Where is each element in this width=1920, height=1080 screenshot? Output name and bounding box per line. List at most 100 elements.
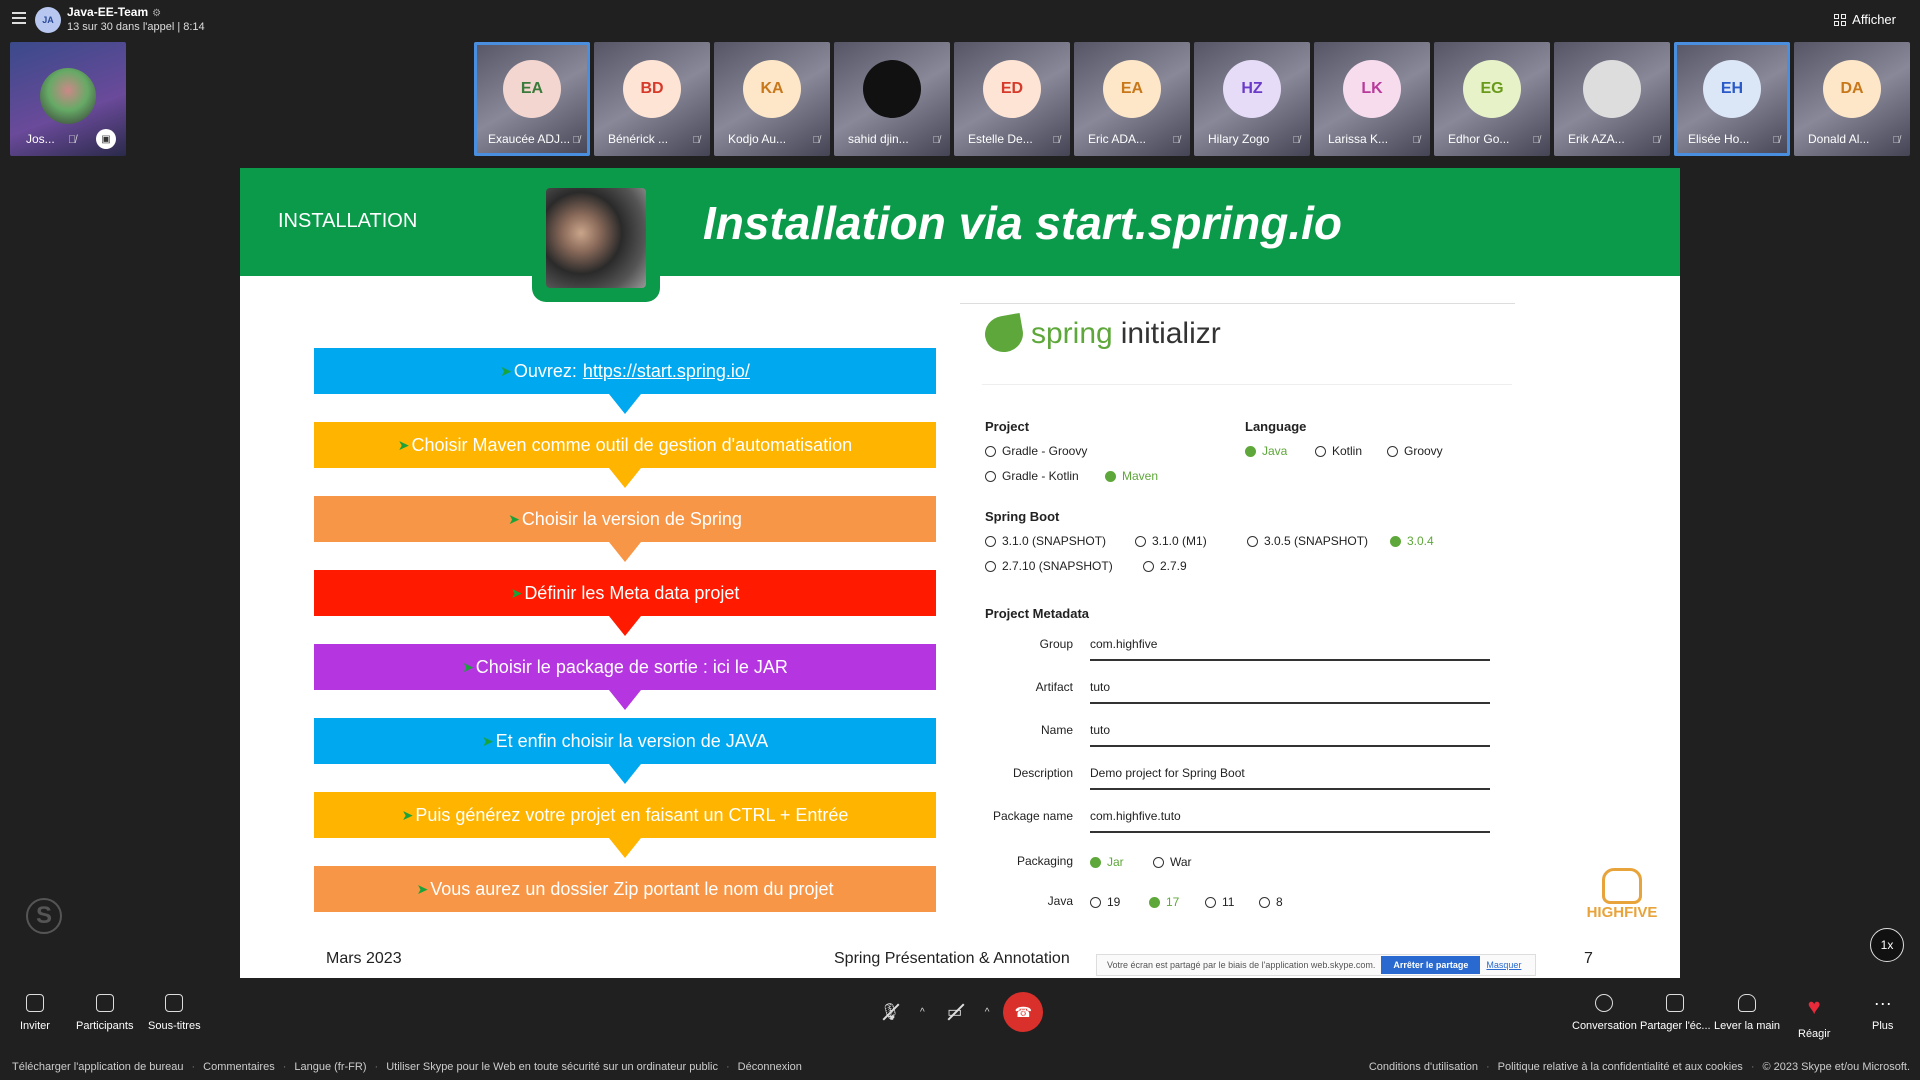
participant-name: Hilary Zogo (1208, 132, 1270, 146)
menu-icon[interactable] (12, 12, 26, 24)
settings-icon[interactable]: ⚙ (152, 8, 161, 19)
step-banner: ➤ Choisir le package de sortie : ici le J… (314, 644, 936, 710)
participant-tile[interactable]: EA Exaucée ADJ... 🎙̸ (474, 42, 590, 156)
metadata-field-input[interactable]: com.highfive.tuto (1090, 809, 1490, 833)
metadata-field-input[interactable]: com.highfive (1090, 637, 1490, 661)
metadata-field-input[interactable]: tuto (1090, 680, 1490, 704)
footer-link[interactable]: Politique relative à la confidentialité … (1498, 1061, 1743, 1073)
radio-option[interactable]: Gradle - Kotlin (985, 469, 1079, 483)
hide-share-bar-link[interactable]: Masquer (1486, 960, 1521, 970)
invite-button[interactable]: Inviter (20, 994, 50, 1032)
participant-tile[interactable]: EA Eric ADA... 🎙̸ (1074, 42, 1190, 156)
share-screen-button[interactable]: Partager l'éc... (1640, 994, 1711, 1032)
metadata-field-input[interactable]: tuto (1090, 723, 1490, 747)
radio-icon (985, 560, 996, 572)
step-text: Ouvrez: (513, 360, 577, 381)
participant-tile[interactable]: BD Bénérick ... 🎙̸ (594, 42, 710, 156)
hang-up-button[interactable]: ☎ (1003, 992, 1044, 1032)
conversation-avatar[interactable]: JA (35, 7, 61, 33)
participant-tile[interactable]: HZ Hilary Zogo 🎙̸ (1194, 42, 1310, 156)
hand-icon (1602, 868, 1642, 904)
mic-muted-icon: 🎙̸ (692, 135, 701, 146)
mic-options-chevron-icon[interactable]: ^ (920, 1007, 925, 1018)
participant-tile[interactable]: LK Larissa K... 🎙̸ (1314, 42, 1430, 156)
radio-icon (1390, 535, 1401, 547)
radio-option[interactable]: 8 (1259, 895, 1283, 909)
mic-muted-icon: 🎙̸ (932, 135, 941, 146)
step-banner: ➤ Choisir la version de Spring (314, 496, 936, 562)
self-name: Jos... (26, 132, 55, 146)
stop-sharing-button[interactable]: Arrêter le partage (1381, 956, 1481, 974)
spring-initializr-logo: spring initializr (982, 312, 1221, 356)
start-spring-link[interactable]: https://start.spring.io/ (583, 361, 750, 382)
footer-link[interactable]: Télécharger l'application de bureau (12, 1061, 184, 1073)
participant-tile[interactable]: KA Kodjo Au... 🎙̸ (714, 42, 830, 156)
radio-option[interactable]: Java (1245, 444, 1287, 458)
step-text: Vous aurez un dossier Zip portant le nom… (430, 878, 834, 899)
self-video-tile[interactable]: Jos... 🎙̸ ▣ (10, 42, 126, 156)
step-text: Puis générez votre projet en faisant un … (415, 804, 849, 825)
participant-name: Eric ADA... (1088, 132, 1147, 146)
camera-options-chevron-icon[interactable]: ^ (985, 1007, 990, 1018)
participant-tile[interactable]: ED Estelle De... 🎙̸ (954, 42, 1070, 156)
radio-option[interactable]: 3.1.0 (M1) (1135, 534, 1207, 548)
arrow-bullet-icon: ➤ (401, 806, 414, 823)
camera-toggle-icon[interactable]: ▣ (96, 129, 116, 149)
mute-button[interactable]: 🎙 (874, 996, 906, 1028)
participant-tile[interactable]: DA Donald Al... 🎙̸ (1794, 42, 1910, 156)
participant-tile[interactable]: sahid djin... 🎙̸ (834, 42, 950, 156)
radio-option[interactable]: 3.0.4 (1390, 534, 1434, 548)
radio-icon (1245, 445, 1256, 457)
participants-button[interactable]: Participants (76, 994, 133, 1032)
camera-button[interactable]: ▭ (939, 996, 971, 1028)
down-arrow-icon (609, 394, 641, 414)
radio-option[interactable]: Gradle - Groovy (985, 444, 1087, 458)
mic-muted-icon: 🎙̸ (1172, 135, 1181, 146)
participant-tile[interactable]: Erik AZA... 🎙̸ (1554, 42, 1670, 156)
radio-label: 11 (1222, 895, 1235, 909)
radio-option[interactable]: 3.1.0 (SNAPSHOT) (985, 534, 1106, 548)
radio-option[interactable]: 3.0.5 (SNAPSHOT) (1247, 534, 1368, 548)
radio-option[interactable]: Groovy (1387, 444, 1443, 458)
radio-option[interactable]: Jar (1090, 855, 1124, 869)
subtitles-button[interactable]: Sous-titres (148, 994, 201, 1032)
logo-spring-text: spring (1031, 317, 1113, 350)
metadata-field-input[interactable]: Demo project for Spring Boot (1090, 766, 1490, 790)
participant-name: Larissa K... (1328, 132, 1389, 146)
mic-muted-icon: 🎙̸ (1412, 135, 1421, 146)
raise-hand-button[interactable]: Lever la main (1714, 994, 1780, 1032)
footer-link[interactable]: Déconnexion (738, 1061, 802, 1073)
radio-option[interactable]: Maven (1105, 469, 1158, 483)
view-button[interactable]: Afficher (1834, 12, 1896, 27)
radio-option[interactable]: 19 (1090, 895, 1120, 909)
call-header: JA Java-EE-Team ⚙ 13 sur 30 dans l'appel … (0, 0, 1920, 40)
footer-link[interactable]: Conditions d'utilisation (1369, 1061, 1478, 1073)
radio-option[interactable]: 11 (1205, 895, 1234, 909)
playback-speed-button[interactable]: 1x (1870, 928, 1904, 962)
slide-title: Installation via start.spring.io (703, 197, 1343, 249)
down-arrow-icon (609, 838, 641, 858)
radio-option[interactable]: War (1153, 855, 1192, 869)
more-button[interactable]: ··· Plus (1872, 994, 1893, 1032)
radio-option[interactable]: 2.7.10 (SNAPSHOT) (985, 559, 1113, 573)
react-label: Réagir (1798, 1028, 1831, 1040)
heart-icon: ♥ (1807, 994, 1821, 1019)
mic-muted-icon: 🎙̸ (1052, 135, 1061, 146)
footer-link[interactable]: Commentaires (203, 1061, 275, 1073)
steps-list: ➤ Ouvrez: https://start.spring.io/ ➤ Choisir… (314, 348, 936, 940)
radio-label: Maven (1122, 469, 1159, 483)
conversation-button[interactable]: Conversation (1572, 994, 1637, 1032)
footer-link[interactable]: © 2023 Skype et/ou Microsoft. (1762, 1061, 1910, 1073)
camera-off-icon: ▭ (947, 1004, 963, 1021)
radio-option[interactable]: Kotlin (1315, 444, 1362, 458)
footer-link[interactable]: Langue (fr-FR) (294, 1061, 366, 1073)
react-button[interactable]: ♥ Réagir (1798, 994, 1830, 1040)
conversation-title[interactable]: Java-EE-Team ⚙ (67, 5, 161, 19)
metadata-field-label: Description (1012, 766, 1073, 780)
participant-tile[interactable]: EH Elisée Ho... 🎙̸ (1674, 42, 1790, 156)
participant-tile[interactable]: EG Edhor Go... 🎙̸ (1434, 42, 1550, 156)
radio-option[interactable]: 17 (1149, 895, 1179, 909)
metadata-field-label: Artifact (1035, 680, 1073, 694)
radio-option[interactable]: 2.7.9 (1143, 559, 1187, 573)
footer-link[interactable]: Utiliser Skype pour le Web en toute sécu… (386, 1061, 718, 1073)
